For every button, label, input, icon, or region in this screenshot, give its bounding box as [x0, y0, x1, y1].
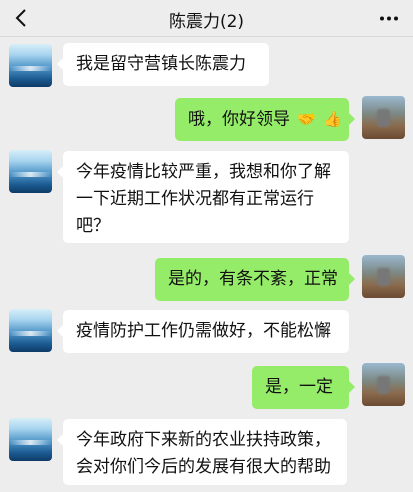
- contact-avatar[interactable]: [9, 309, 52, 352]
- thumbs-up-emoji-icon: 👍: [323, 110, 343, 128]
- message-bubble-incoming[interactable]: 疫情防护工作仍需做好，不能松懈: [57, 310, 349, 353]
- message-text: 疫情防护工作仍需做好，不能松懈: [76, 321, 331, 341]
- message-text-line: 今年疫情比较严重，我想和你了解: [76, 162, 331, 182]
- chat-title: 陈震力(2): [168, 12, 245, 32]
- message-bubble-incoming[interactable]: 今年政府下来新的农业扶持政策， 会对你们今后的发展有很大的帮助: [57, 419, 347, 485]
- handshake-emoji-icon: 🤝: [297, 110, 317, 128]
- contact-avatar[interactable]: [9, 150, 52, 193]
- message-bubble-incoming[interactable]: 今年疫情比较严重，我想和你了解 一下近期工作状况都有正常运行 吧？: [57, 151, 349, 243]
- message-text-line: 吧？: [76, 216, 110, 236]
- chat-header: 陈震力(2): [0, 0, 413, 37]
- message-text: 我是留守营镇长陈震力: [76, 54, 246, 74]
- contact-avatar[interactable]: [9, 44, 52, 87]
- message-text: 哦，你好领导: [188, 109, 290, 130]
- user-avatar[interactable]: [362, 255, 405, 298]
- message-text-line: 今年政府下来新的农业扶持政策，: [76, 430, 331, 450]
- contact-avatar[interactable]: [9, 418, 52, 461]
- user-avatar[interactable]: [362, 96, 405, 139]
- message-text-line: 一下近期工作状况都有正常运行: [76, 189, 314, 209]
- more-dots-icon[interactable]: [379, 16, 399, 21]
- message-bubble-outgoing[interactable]: 哦，你好领导 🤝 👍: [175, 98, 355, 141]
- message-text-line: 会对你们今后的发展有很大的帮助: [76, 457, 331, 477]
- message-bubble-outgoing[interactable]: 是，一定: [252, 366, 355, 409]
- message-bubble-outgoing[interactable]: 是的，有条不紊，正常: [155, 258, 355, 301]
- message-text: 是的，有条不紊，正常: [168, 269, 338, 289]
- user-avatar[interactable]: [362, 363, 405, 406]
- message-text: 是，一定: [265, 377, 333, 397]
- message-bubble-incoming[interactable]: 我是留守营镇长陈震力: [57, 43, 269, 86]
